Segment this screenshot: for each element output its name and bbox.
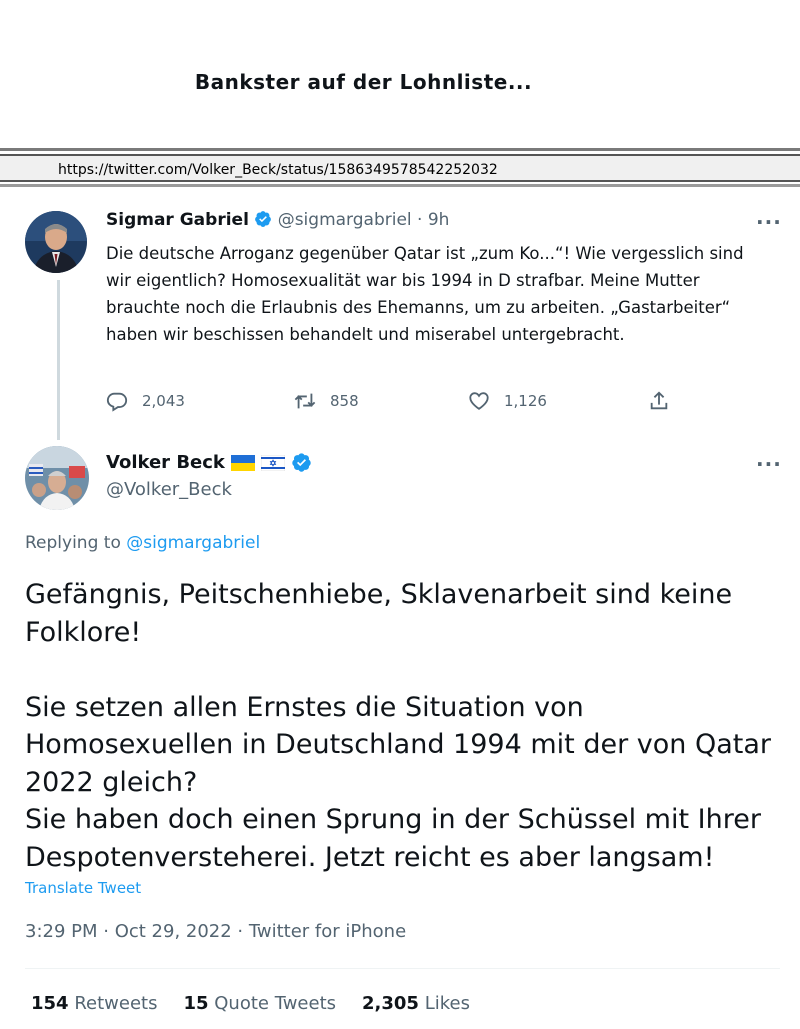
tweet-stats: 154 Retweets 15 Quote Tweets 2,305 Likes [31, 993, 470, 1014]
likes-stat[interactable]: 2,305 Likes [362, 993, 470, 1014]
israel-flag-icon [260, 454, 285, 471]
tweet-paragraph: Sie setzen allen Ernstes die Situation v… [25, 691, 771, 798]
ukraine-flag-icon [230, 454, 255, 471]
quote-tweets-count: 15 [183, 993, 209, 1014]
retweet-count: 858 [330, 392, 359, 410]
thread-line [57, 280, 60, 440]
author-handle[interactable]: @sigmargabriel [278, 210, 412, 230]
share-button[interactable] [648, 390, 670, 412]
tweet2-header: Volker Beck [106, 452, 312, 473]
reply-icon [106, 392, 128, 412]
verified-icon [255, 211, 272, 227]
quote-tweets-stat[interactable]: 15 Quote Tweets [183, 993, 336, 1014]
tweet2-text: Gefängnis, Peitschenhiebe, Sklavenarbeit… [25, 576, 795, 876]
replying-to: Replying to @sigmargabriel [25, 533, 260, 553]
author-handle[interactable]: @Volker_Beck [106, 479, 232, 500]
divider [0, 148, 800, 151]
reply-count: 2,043 [142, 392, 185, 410]
tweet-time[interactable]: · 9h [417, 210, 449, 230]
tweet1-actions: 2,043 858 1,126 [106, 390, 686, 416]
avatar-volker-beck[interactable] [25, 446, 89, 510]
retweets-stat[interactable]: 154 Retweets [31, 993, 157, 1014]
avatar-sigmar-gabriel[interactable] [25, 211, 87, 273]
like-button[interactable]: 1,126 [468, 390, 547, 412]
retweet-button[interactable]: 858 [294, 390, 359, 412]
like-count: 1,126 [504, 392, 547, 410]
page-title: Bankster auf der Lohnliste... [194, 70, 533, 94]
tweet-paragraph: Sie haben doch einen Sprung in der Schüs… [25, 804, 761, 873]
translate-tweet-link[interactable]: Translate Tweet [25, 879, 141, 897]
quote-tweets-label: Quote Tweets [214, 993, 337, 1014]
more-options-icon[interactable]: ··· [756, 452, 782, 476]
replying-prefix: Replying to [25, 533, 127, 553]
retweets-count: 154 [31, 993, 69, 1014]
divider [25, 968, 780, 969]
author-name[interactable]: Volker Beck [106, 452, 225, 473]
likes-label: Likes [424, 993, 470, 1014]
address-box[interactable]: https://twitter.com/Volker_Beck/status/1… [0, 154, 800, 182]
tweet-paragraph: Gefängnis, Peitschenhiebe, Sklavenarbeit… [25, 579, 733, 648]
retweets-label: Retweets [74, 993, 158, 1014]
url-bar: https://twitter.com/Volker_Beck/status/1… [0, 148, 800, 188]
tweet-timestamp[interactable]: 3:29 PM · Oct 29, 2022 · Twitter for iPh… [25, 921, 406, 942]
tweet1-text: Die deutsche Arroganz gegenüber Qatar is… [106, 244, 744, 344]
author-name[interactable]: Sigmar Gabriel [106, 210, 249, 230]
verified-icon [292, 453, 311, 472]
reply-button[interactable]: 2,043 [106, 390, 185, 412]
replying-to-link[interactable]: @sigmargabriel [126, 533, 260, 553]
share-icon [650, 391, 668, 410]
tweet1-header: Sigmar Gabriel @sigmargabriel · 9h [106, 210, 449, 230]
more-options-icon[interactable]: ··· [756, 210, 782, 234]
retweet-icon [294, 393, 316, 409]
heart-icon [469, 392, 489, 410]
url-text[interactable]: https://twitter.com/Volker_Beck/status/1… [58, 162, 498, 178]
divider [0, 184, 800, 187]
likes-count: 2,305 [362, 993, 419, 1014]
